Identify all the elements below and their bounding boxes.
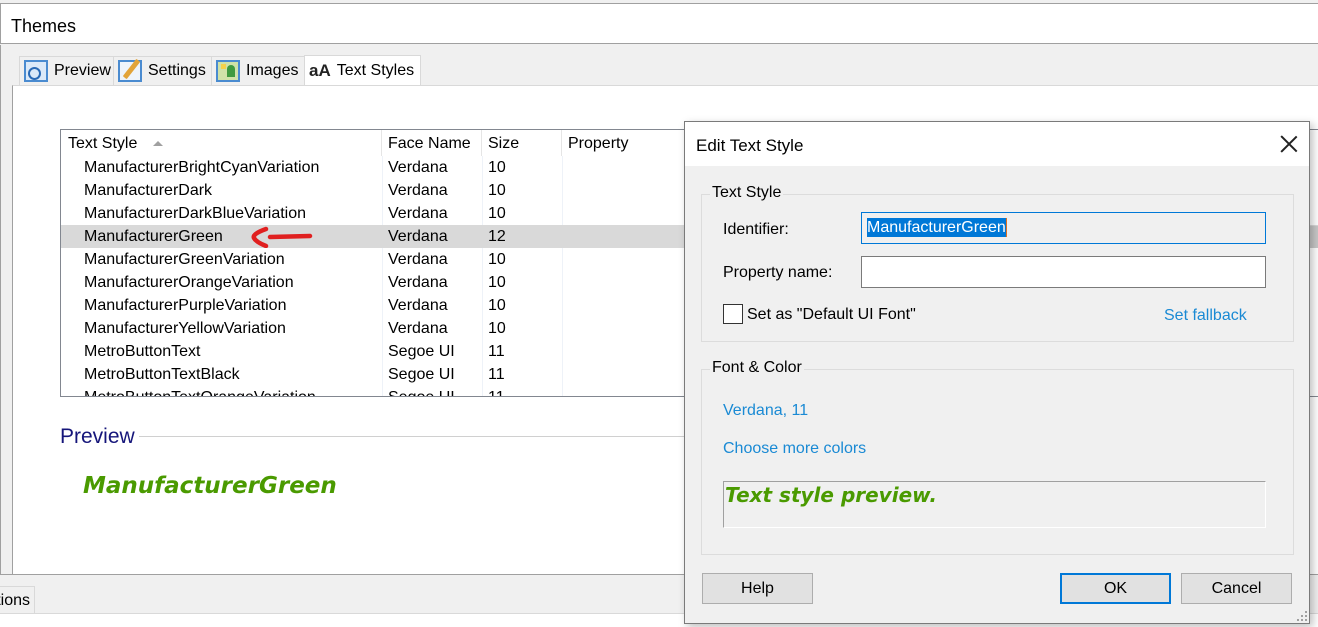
cancel-button[interactable]: Cancel — [1181, 573, 1292, 604]
font-color-group: Font & Color Verdana, 11 Choose more col… — [701, 359, 1294, 555]
cell-text-style: ManufacturerYellowVariation — [84, 320, 286, 337]
close-icon[interactable] — [1277, 132, 1301, 156]
tab-label: Images — [246, 62, 299, 79]
cell-text-style: ManufacturerGreenVariation — [84, 251, 285, 268]
cell-face-name: Verdana — [388, 297, 448, 314]
cell-text-style: ManufacturerOrangeVariation — [84, 274, 294, 291]
title-bar: Themes — [0, 4, 1318, 44]
cell-text-style: MetroButtonTextOrangeVariation — [61, 386, 382, 396]
settings-pencil-icon — [118, 60, 142, 82]
identifier-value: ManufacturerGreen — [867, 218, 1007, 237]
identifier-label: Identifier: — [723, 221, 789, 238]
cell-face-name: Verdana — [388, 274, 448, 291]
list-selection-edge — [1310, 226, 1318, 248]
cell-size: 11 — [482, 386, 562, 396]
column-header-text-style[interactable]: Text Style — [61, 130, 382, 156]
cell-face-name: Verdana — [388, 205, 448, 222]
property-name-input[interactable] — [861, 256, 1266, 288]
dialog-title-bar: Edit Text Style — [685, 122, 1309, 166]
cell-face-name: Verdana — [388, 182, 448, 199]
cell-face-name: Verdana — [388, 251, 448, 268]
column-header-label: Size — [488, 135, 520, 152]
cell-text-style: ManufacturerDarkBlueVariation — [84, 205, 307, 222]
cell-face-name: Segoe UI — [388, 343, 455, 360]
set-fallback-link[interactable]: Set fallback — [1164, 307, 1247, 325]
cell-text-style: MetroButtonTextBlack — [84, 366, 240, 383]
red-arrow-annotation-icon — [251, 226, 313, 248]
panel-left-edge — [0, 85, 12, 575]
tab-strip: Preview Settings Images aA Text Styles — [0, 45, 1318, 86]
edit-text-style-dialog: Edit Text Style Text Style Identifier: M… — [684, 121, 1310, 624]
text-style-group: Text Style Identifier: ManufacturerGreen… — [701, 184, 1294, 342]
window-title: Themes — [11, 16, 77, 36]
tab-settings[interactable]: Settings — [113, 56, 213, 85]
default-ui-font-checkbox[interactable] — [723, 304, 743, 324]
tab-images[interactable]: Images — [211, 56, 306, 85]
bottom-tab[interactable]: tions — [0, 586, 35, 614]
cell-size: 12 — [488, 228, 506, 245]
tab-label: Preview — [54, 62, 111, 79]
dialog-title: Edit Text Style — [696, 136, 804, 155]
cell-size: 10 — [488, 320, 506, 337]
cell-size: 10 — [488, 182, 506, 199]
font-link[interactable]: Verdana, 11 — [723, 402, 808, 420]
choose-more-colors-link[interactable]: Choose more colors — [723, 440, 866, 458]
text-style-preview-text: Text style preview. — [725, 483, 937, 507]
images-icon — [216, 60, 240, 82]
cell-text-style: ManufacturerBrightCyanVariation — [84, 159, 320, 176]
cell-text-style: MetroButtonText — [84, 343, 201, 360]
cell-text-style: ManufacturerPurpleVariation — [84, 297, 287, 314]
ok-button[interactable]: OK — [1060, 573, 1171, 604]
cell-size: 10 — [488, 274, 506, 291]
text-styles-icon: aA — [309, 61, 331, 80]
themes-window: Themes Preview Settings Images aA Text S… — [0, 0, 1318, 627]
column-header-label: Face Name — [388, 135, 471, 152]
cell-face-name: Segoe UI — [388, 366, 455, 383]
text-style-preview-box: Text style preview. — [723, 481, 1266, 528]
identifier-input[interactable]: ManufacturerGreen — [861, 212, 1266, 244]
preview-sample-text: ManufacturerGreen — [83, 473, 337, 499]
sort-ascending-icon — [153, 141, 163, 146]
tab-label: Settings — [148, 62, 206, 79]
column-header-size[interactable]: Size — [482, 130, 562, 156]
tab-label: Text Styles — [336, 62, 415, 79]
font-color-group-label: Font & Color — [710, 359, 804, 377]
tab-text-styles[interactable]: aA Text Styles — [304, 55, 422, 86]
column-header-face-name[interactable]: Face Name — [382, 130, 482, 156]
cell-size: 11 — [488, 343, 505, 360]
cell-size: 10 — [488, 159, 506, 176]
cell-size: 10 — [488, 297, 506, 314]
cell-text-style: ManufacturerGreen — [84, 228, 223, 245]
cell-size: 10 — [488, 205, 506, 222]
column-header-label: Property — [568, 135, 629, 152]
preview-icon — [24, 60, 48, 82]
resize-grip-icon[interactable] — [1297, 611, 1307, 621]
tab-preview[interactable]: Preview — [19, 56, 118, 85]
cell-size: 11 — [488, 366, 505, 383]
help-button[interactable]: Help — [702, 573, 813, 604]
cell-face-name: Verdana — [388, 228, 448, 245]
cell-face-name: Verdana — [388, 159, 448, 176]
column-header-label: Text Style — [68, 135, 138, 152]
preview-divider — [138, 436, 698, 437]
property-name-label: Property name: — [723, 264, 833, 281]
cell-size: 10 — [488, 251, 506, 268]
preview-heading: Preview — [60, 425, 139, 449]
cell-text-style: ManufacturerDark — [84, 182, 213, 199]
text-style-group-label: Text Style — [710, 184, 784, 202]
bottom-tab-label: tions — [0, 592, 30, 609]
default-ui-font-label: Set as "Default UI Font" — [747, 306, 916, 323]
cell-face-name: Verdana — [388, 320, 448, 337]
cell-face-name: Segoe UI — [382, 386, 482, 396]
